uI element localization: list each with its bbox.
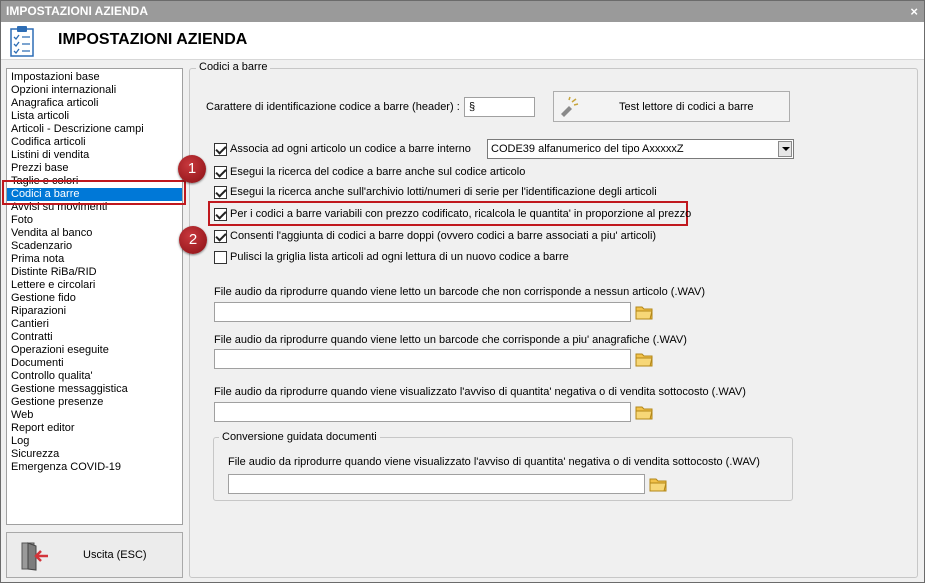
sidebar-item[interactable]: Riparazioni xyxy=(7,305,182,318)
checkbox-search-article-code[interactable] xyxy=(214,166,227,179)
checkbox-duplicate-barcodes[interactable] xyxy=(214,230,227,243)
test-barcode-reader-button[interactable]: Test lettore di codici a barre xyxy=(553,91,790,122)
conversion-group-label: Conversione guidata documenti xyxy=(219,431,380,443)
sidebar-item[interactable]: Lettere e circolari xyxy=(7,279,182,292)
sidebar-item[interactable]: Gestione presenze xyxy=(7,396,182,409)
header-char-input[interactable]: § xyxy=(464,97,535,117)
sidebar-item[interactable]: Vendita al banco xyxy=(7,227,182,240)
sidebar-item[interactable]: Web xyxy=(7,409,182,422)
sidebar-item[interactable]: Contratti xyxy=(7,331,182,344)
checkbox-clear-grid[interactable] xyxy=(214,251,227,264)
barcode-scanner-icon xyxy=(561,96,579,117)
audio-input-negative-qty[interactable] xyxy=(214,402,631,422)
audio-label-multi-match: File audio da riprodurre quando viene le… xyxy=(214,334,687,346)
sidebar-item[interactable]: Gestione fido xyxy=(7,292,182,305)
clipboard-checklist-icon xyxy=(10,26,34,57)
sidebar-item[interactable]: Emergenza COVID-19 xyxy=(7,461,182,474)
sidebar-item[interactable]: Gestione messaggistica xyxy=(7,383,182,396)
folder-open-icon[interactable] xyxy=(634,349,654,369)
sidebar-item[interactable]: Foto xyxy=(7,214,182,227)
sidebar-item[interactable]: Controllo qualita' xyxy=(7,370,182,383)
label-duplicate-barcodes: Consenti l'aggiunta di codici a barre do… xyxy=(230,230,657,242)
nav-highlight-callout xyxy=(2,180,186,205)
folder-open-icon[interactable] xyxy=(634,302,654,322)
sidebar-item[interactable]: Codifica articoli xyxy=(7,136,182,149)
label-clear-grid: Pulisci la griglia lista articoli ad ogn… xyxy=(230,251,569,263)
annotation-badge-2: 2 xyxy=(179,226,207,254)
sidebar-item[interactable]: Impostazioni base xyxy=(7,71,182,84)
settings-nav-list[interactable]: Impostazioni base Opzioni internazionali A… xyxy=(6,68,183,525)
audio-input-multi-match[interactable] xyxy=(214,349,631,369)
exit-door-icon xyxy=(21,542,48,571)
sidebar-item[interactable]: Anagrafica articoli xyxy=(7,97,182,110)
annotation-badge-1: 1 xyxy=(178,155,206,183)
label-search-article-code: Esegui la ricerca del codice a barre anc… xyxy=(230,166,526,178)
sidebar-item[interactable]: Prezzi base xyxy=(7,162,182,175)
sidebar-item[interactable]: Sicurezza xyxy=(7,448,182,461)
page-header: IMPOSTAZIONI AZIENDA xyxy=(1,22,924,60)
barcode-type-select[interactable]: CODE39 alfanumerico del tipo AxxxxxZ xyxy=(487,139,794,159)
sidebar-item[interactable]: Operazioni eseguite xyxy=(7,344,182,357)
folder-open-icon[interactable] xyxy=(634,402,654,422)
exit-button-label: Uscita (ESC) xyxy=(83,549,147,561)
sidebar-item[interactable]: Scadenzario xyxy=(7,240,182,253)
page-title: IMPOSTAZIONI AZIENDA xyxy=(58,31,248,48)
exit-button[interactable]: Uscita (ESC) xyxy=(6,532,183,578)
audio-input-no-match[interactable] xyxy=(214,302,631,322)
conversion-audio-input[interactable] xyxy=(228,474,645,494)
folder-open-icon[interactable] xyxy=(648,474,668,494)
label-variable-price: Per i codici a barre variabili con prezz… xyxy=(230,208,692,220)
audio-label-negative-qty: File audio da riprodurre quando viene vi… xyxy=(214,386,746,398)
sidebar-item[interactable]: Distinte RiBa/RID xyxy=(7,266,182,279)
checkbox-variable-price[interactable] xyxy=(214,208,227,221)
window-title: IMPOSTAZIONI AZIENDA xyxy=(6,4,148,18)
conversion-audio-label: File audio da riprodurre quando viene vi… xyxy=(228,456,760,468)
sidebar-item[interactable]: Lista articoli xyxy=(7,110,182,123)
chevron-down-icon[interactable] xyxy=(778,141,792,157)
header-char-label: Carattere di identificazione codice a ba… xyxy=(206,101,460,113)
title-bar: IMPOSTAZIONI AZIENDA × xyxy=(1,1,924,22)
sidebar-item[interactable]: Prima nota xyxy=(7,253,182,266)
sidebar-item[interactable]: Listini di vendita xyxy=(7,149,182,162)
sidebar-item[interactable]: Cantieri xyxy=(7,318,182,331)
sidebar-item[interactable]: Report editor xyxy=(7,422,182,435)
test-button-label: Test lettore di codici a barre xyxy=(619,101,754,113)
sidebar-item[interactable]: Documenti xyxy=(7,357,182,370)
audio-label-no-match: File audio da riprodurre quando viene le… xyxy=(214,286,706,298)
label-internal-barcode: Associa ad ogni articolo un codice a bar… xyxy=(230,143,471,155)
checkbox-search-lots[interactable] xyxy=(214,186,227,199)
sidebar-item[interactable]: Log xyxy=(7,435,182,448)
checkbox-internal-barcode[interactable] xyxy=(214,143,227,156)
close-icon[interactable]: × xyxy=(910,1,918,22)
label-search-lots: Esegui la ricerca anche sull'archivio lo… xyxy=(230,186,657,198)
barcode-group-label: Codici a barre xyxy=(196,61,271,73)
sidebar-item[interactable]: Articoli - Descrizione campi xyxy=(7,123,182,136)
sidebar-item[interactable]: Opzioni internazionali xyxy=(7,84,182,97)
barcode-type-value: CODE39 alfanumerico del tipo AxxxxxZ xyxy=(491,143,684,155)
